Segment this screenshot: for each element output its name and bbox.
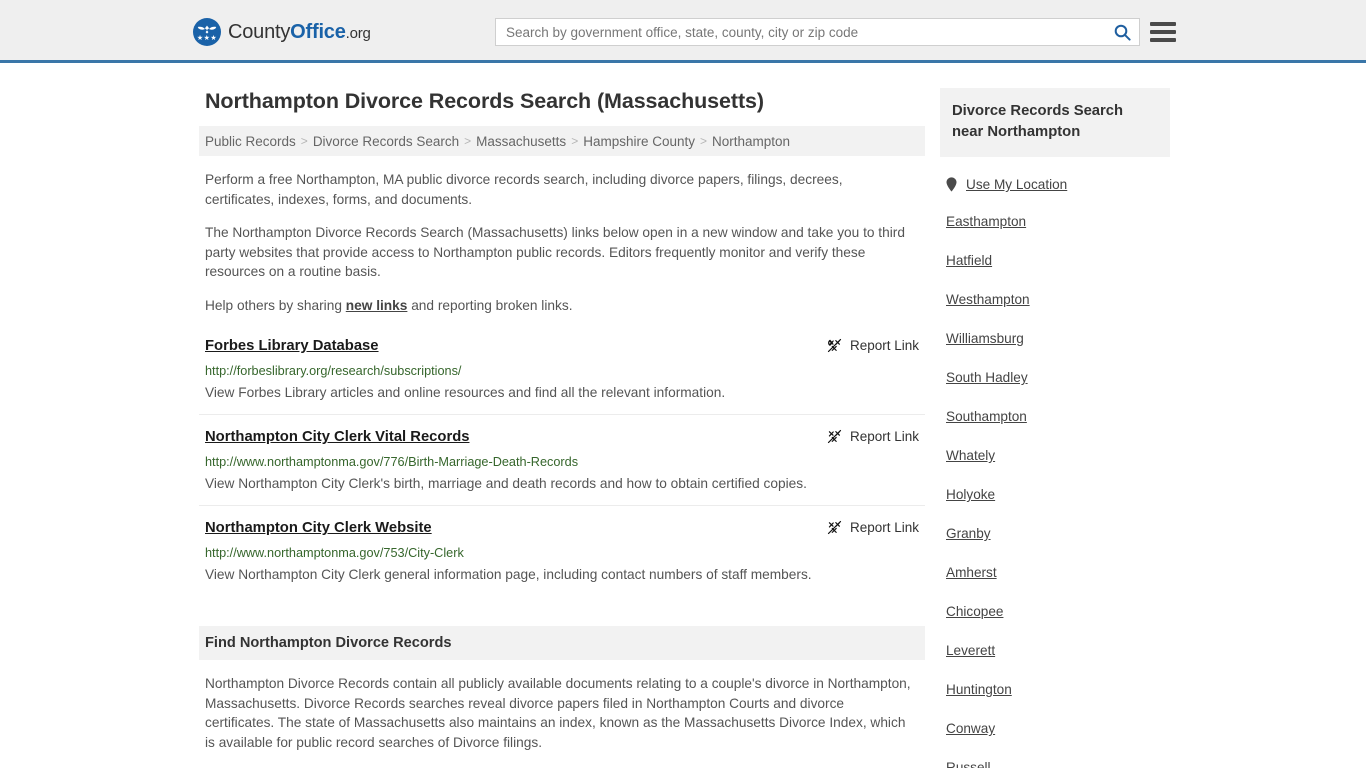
- results-list: Forbes Library Database Report Link http…: [199, 337, 925, 596]
- list-item: Westhampton: [946, 291, 1170, 309]
- city-link-holyoke[interactable]: Holyoke: [946, 487, 995, 502]
- list-item: Huntington: [946, 681, 1170, 699]
- breadcrumb-separator: >: [464, 134, 472, 148]
- page-title: Northampton Divorce Records Search (Mass…: [205, 89, 764, 113]
- result-header: Northampton City Clerk Vital Records Rep…: [205, 428, 919, 447]
- city-link-leverett[interactable]: Leverett: [946, 643, 995, 658]
- result-url: http://forbeslibrary.org/research/subscr…: [205, 364, 462, 378]
- find-records-heading: Find Northampton Divorce Records: [199, 626, 925, 660]
- find-records-body: Northampton Divorce Records contain all …: [205, 676, 911, 750]
- city-link-huntington[interactable]: Huntington: [946, 682, 1012, 697]
- breadcrumb-item-massachusetts[interactable]: Massachusetts: [476, 134, 566, 149]
- city-link-amherst[interactable]: Amherst: [946, 565, 997, 580]
- site-logo-link[interactable]: ★★★ CountyOffice.org: [193, 18, 371, 46]
- eagle-shield-icon: ★★★: [193, 18, 221, 46]
- city-link-westhampton[interactable]: Westhampton: [946, 292, 1030, 307]
- menu-bar-1: [1150, 22, 1176, 26]
- sidebar-heading: Divorce Records Search near Northampton: [940, 88, 1170, 157]
- intro-paragraph-1: Perform a free Northampton, MA public di…: [205, 172, 843, 207]
- menu-bar-2: [1150, 30, 1176, 34]
- report-link-button[interactable]: Report Link: [827, 337, 919, 353]
- report-link-label: Report Link: [849, 520, 919, 535]
- city-link-williamsburg[interactable]: Williamsburg: [946, 331, 1024, 346]
- breadcrumb-separator: >: [571, 134, 579, 148]
- hamburger-menu-button[interactable]: [1150, 20, 1176, 44]
- result-header: Forbes Library Database Report Link: [205, 337, 919, 356]
- breadcrumb-item-northampton[interactable]: Northampton: [712, 134, 790, 149]
- result-title-link[interactable]: Northampton City Clerk Vital Records: [205, 428, 469, 447]
- result-title-link[interactable]: Forbes Library Database: [205, 337, 379, 356]
- sidebar: Divorce Records Search near Northampton …: [940, 63, 1170, 768]
- site-header: ★★★ CountyOffice.org: [0, 0, 1366, 63]
- list-item: Holyoke: [946, 486, 1170, 504]
- breadcrumb-item-divorce-records-search[interactable]: Divorce Records Search: [313, 134, 459, 149]
- list-item: Leverett: [946, 642, 1170, 660]
- main-content: Northampton Divorce Records Search (Mass…: [199, 63, 925, 768]
- city-link-whately[interactable]: Whately: [946, 448, 995, 463]
- breadcrumb-item-hampshire-county[interactable]: Hampshire County: [583, 134, 695, 149]
- site-logo-text: CountyOffice.org: [228, 21, 371, 44]
- list-item: Conway: [946, 720, 1170, 738]
- broken-link-icon: [827, 429, 842, 444]
- report-link-label: Report Link: [849, 429, 919, 444]
- intro-p3-after: and reporting broken links.: [407, 297, 573, 313]
- logo-text-county: County: [228, 20, 291, 43]
- new-links-link[interactable]: new links: [346, 298, 408, 313]
- broken-link-icon: [827, 338, 842, 353]
- report-link-button[interactable]: Report Link: [827, 428, 919, 444]
- list-item: Williamsburg: [946, 330, 1170, 348]
- breadcrumb-separator: >: [700, 134, 708, 148]
- search-icon: [1114, 24, 1131, 41]
- list-item: South Hadley: [946, 369, 1170, 387]
- list-item: Russell: [946, 759, 1170, 768]
- result-title-link[interactable]: Northampton City Clerk Website: [205, 519, 432, 538]
- intro-p3-before: Help others by sharing: [205, 297, 346, 313]
- result-url: http://www.northamptonma.gov/776/Birth-M…: [205, 455, 579, 469]
- report-link-button[interactable]: Report Link: [827, 519, 919, 535]
- report-link-label: Report Link: [849, 338, 919, 353]
- nearby-city-list: Easthampton Hatfield Westhampton William…: [940, 213, 1170, 768]
- logo-text-office: Office: [290, 20, 346, 43]
- breadcrumb-item-public-records[interactable]: Public Records: [205, 134, 296, 149]
- list-item: Chicopee: [946, 603, 1170, 621]
- search-bar[interactable]: [495, 18, 1140, 46]
- list-item: Southampton: [946, 408, 1170, 426]
- logo-text-org: .org: [345, 24, 371, 42]
- map-pin-icon: [946, 177, 957, 192]
- list-item: Whately: [946, 447, 1170, 465]
- page-body: Northampton Divorce Records Search (Mass…: [0, 63, 1366, 768]
- result-description: View Northampton City Clerk general info…: [205, 567, 812, 582]
- list-item: Amherst: [946, 564, 1170, 582]
- menu-bar-3: [1150, 38, 1176, 42]
- search-button[interactable]: [1105, 19, 1139, 45]
- breadcrumb: Public Records > Divorce Records Search …: [199, 126, 925, 156]
- search-input[interactable]: [496, 19, 1105, 45]
- use-my-location-label: Use My Location: [966, 177, 1068, 192]
- result-description: View Forbes Library articles and online …: [205, 385, 726, 400]
- result-item: Northampton City Clerk Website Report Li…: [199, 519, 925, 596]
- result-header: Northampton City Clerk Website Report Li…: [205, 519, 919, 538]
- city-link-conway[interactable]: Conway: [946, 721, 995, 736]
- result-item: Northampton City Clerk Vital Records Rep…: [199, 428, 925, 506]
- intro-paragraph-2: The Northampton Divorce Records Search (…: [205, 225, 905, 279]
- list-item: Granby: [946, 525, 1170, 543]
- city-link-granby[interactable]: Granby: [946, 526, 991, 541]
- city-link-chicopee[interactable]: Chicopee: [946, 604, 1003, 619]
- use-my-location-link[interactable]: Use My Location: [940, 177, 1170, 192]
- result-item: Forbes Library Database Report Link http…: [199, 337, 925, 415]
- broken-link-icon: [827, 520, 842, 535]
- city-link-southampton[interactable]: Southampton: [946, 409, 1027, 424]
- list-item: Hatfield: [946, 252, 1170, 270]
- result-description: View Northampton City Clerk's birth, mar…: [205, 476, 807, 491]
- list-item: Easthampton: [946, 213, 1170, 231]
- stars-icon: ★★★: [196, 35, 218, 42]
- city-link-hatfield[interactable]: Hatfield: [946, 253, 992, 268]
- result-url: http://www.northamptonma.gov/753/City-Cl…: [205, 546, 464, 560]
- city-link-russell[interactable]: Russell: [946, 760, 991, 768]
- city-link-south-hadley[interactable]: South Hadley: [946, 370, 1028, 385]
- breadcrumb-separator: >: [300, 134, 308, 148]
- city-link-easthampton[interactable]: Easthampton: [946, 214, 1026, 229]
- intro-paragraph-3: Help others by sharing new links and rep…: [199, 296, 925, 316]
